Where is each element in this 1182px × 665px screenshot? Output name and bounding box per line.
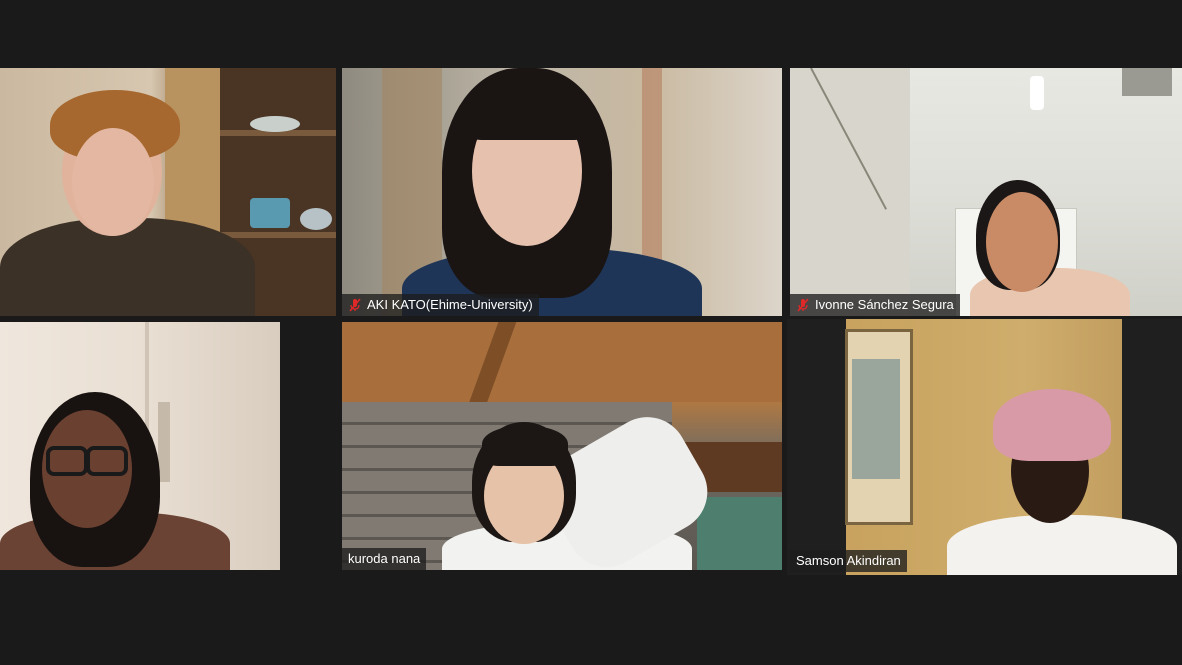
video-tile-participant-1[interactable] [0, 68, 336, 316]
zoom-gallery-view: { "participants": [ {"name": "", "muted"… [0, 0, 1182, 665]
video-tile-participant-4[interactable] [0, 322, 280, 570]
video-feed [0, 68, 336, 316]
participant-name: AKI KATO(Ehime-University) [367, 297, 533, 312]
video-feed [342, 68, 782, 316]
participant-name: Samson Akindiran [796, 553, 901, 568]
participant-name-label: kuroda nana [342, 548, 427, 570]
participant-name: kuroda nana [348, 551, 421, 566]
participant-name-label: AKI KATO(Ehime-University) [342, 294, 539, 316]
microphone-muted-icon [349, 297, 361, 312]
video-feed [0, 322, 280, 570]
video-tile-participant-3[interactable]: Ivonne Sánchez Segura [790, 68, 1182, 316]
video-feed [342, 322, 782, 570]
participant-name: Ivonne Sánchez Segura [815, 297, 954, 312]
video-tile-participant-6[interactable]: Samson Akindiran [787, 319, 1182, 575]
video-tile-participant-2[interactable]: AKI KATO(Ehime-University) [342, 68, 782, 316]
participant-name-label: Samson Akindiran [790, 550, 907, 572]
video-feed [787, 319, 1182, 575]
video-feed [790, 68, 1182, 316]
video-tile-participant-5[interactable]: kuroda nana [342, 322, 782, 570]
microphone-muted-icon [797, 297, 809, 312]
participant-name-label: Ivonne Sánchez Segura [790, 294, 960, 316]
